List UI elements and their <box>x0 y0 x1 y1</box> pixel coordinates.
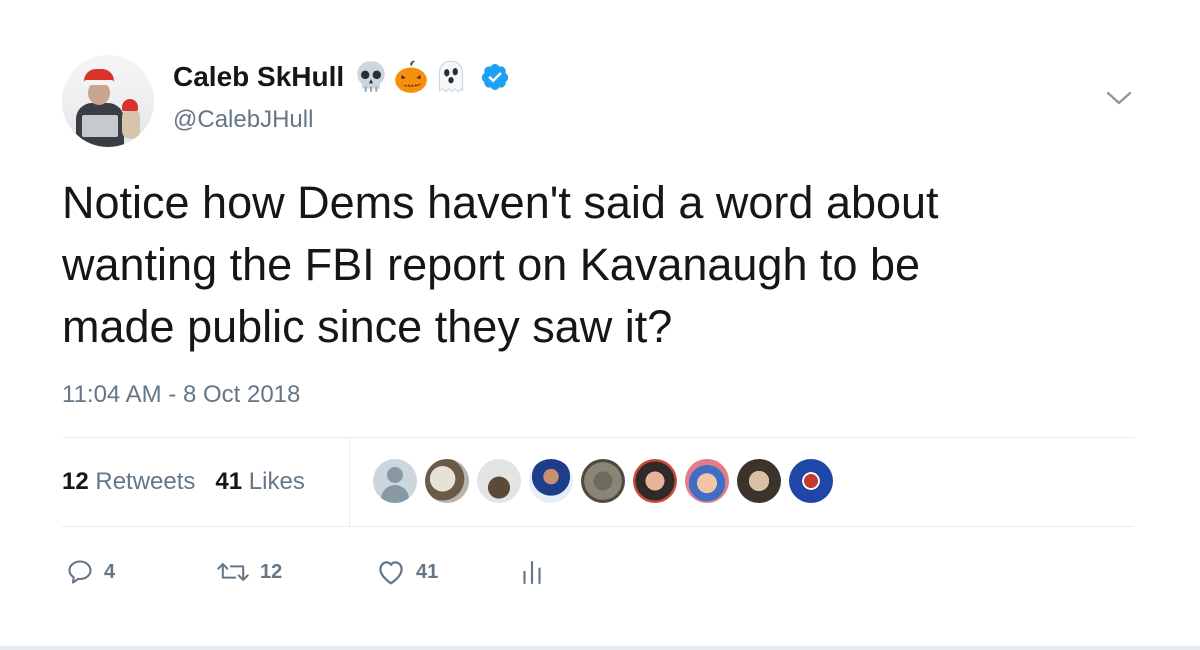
author-avatar[interactable] <box>62 55 154 147</box>
divider <box>62 437 1134 438</box>
ghost-icon <box>439 60 464 93</box>
liker-avatar[interactable] <box>737 459 781 503</box>
tweet-timestamp[interactable]: 11:04 AM - 8 Oct 2018 <box>62 381 300 409</box>
author-name-row[interactable]: Caleb SkHull <box>173 58 510 96</box>
reply-button[interactable]: 4 <box>66 558 216 586</box>
retweet-icon <box>217 563 249 581</box>
liker-avatar[interactable] <box>633 459 677 503</box>
name-emojis <box>352 58 470 96</box>
heart-icon <box>379 561 403 585</box>
retweets-count: 12 <box>62 468 89 495</box>
tweet-text: Notice how Dems haven't said a word abou… <box>62 177 939 352</box>
stats-divider <box>349 438 350 526</box>
retweets-stat[interactable]: 12 Retweets <box>62 468 195 496</box>
like-count: 41 <box>416 560 439 583</box>
analytics-icon <box>523 561 541 584</box>
liker-avatar[interactable] <box>373 459 417 503</box>
liker-avatar[interactable] <box>477 459 521 503</box>
retweet-button[interactable]: 12 <box>216 558 376 586</box>
author-handle[interactable]: @CalebJHull <box>173 106 313 134</box>
jack-o-lantern-icon <box>395 60 428 93</box>
bottom-border <box>0 646 1200 650</box>
tweet-stats: 12 Retweets 41 Likes <box>62 468 305 496</box>
verified-badge-icon <box>482 64 509 90</box>
skull-emoji-icon <box>357 61 385 92</box>
divider <box>62 526 1134 527</box>
reply-icon <box>68 560 92 584</box>
chevron-down-icon[interactable] <box>1104 86 1134 110</box>
likes-label: Likes <box>248 468 305 495</box>
liker-avatar[interactable] <box>685 459 729 503</box>
author-display-name[interactable]: Caleb SkHull <box>173 61 344 93</box>
likes-stat[interactable]: 41 Likes <box>215 468 304 496</box>
liker-avatar[interactable] <box>789 459 833 503</box>
retweets-label: Retweets <box>95 468 196 495</box>
likes-count: 41 <box>215 468 243 495</box>
tweet-actions: 4 12 41 <box>66 558 543 586</box>
like-button[interactable]: 41 <box>376 558 521 586</box>
reply-count: 4 <box>104 560 116 583</box>
liker-avatar[interactable] <box>425 459 469 503</box>
analytics-button[interactable] <box>521 558 543 586</box>
liker-avatars <box>373 459 833 503</box>
retweet-count: 12 <box>260 560 283 583</box>
liker-avatar[interactable] <box>529 459 573 503</box>
liker-avatar[interactable] <box>581 459 625 503</box>
